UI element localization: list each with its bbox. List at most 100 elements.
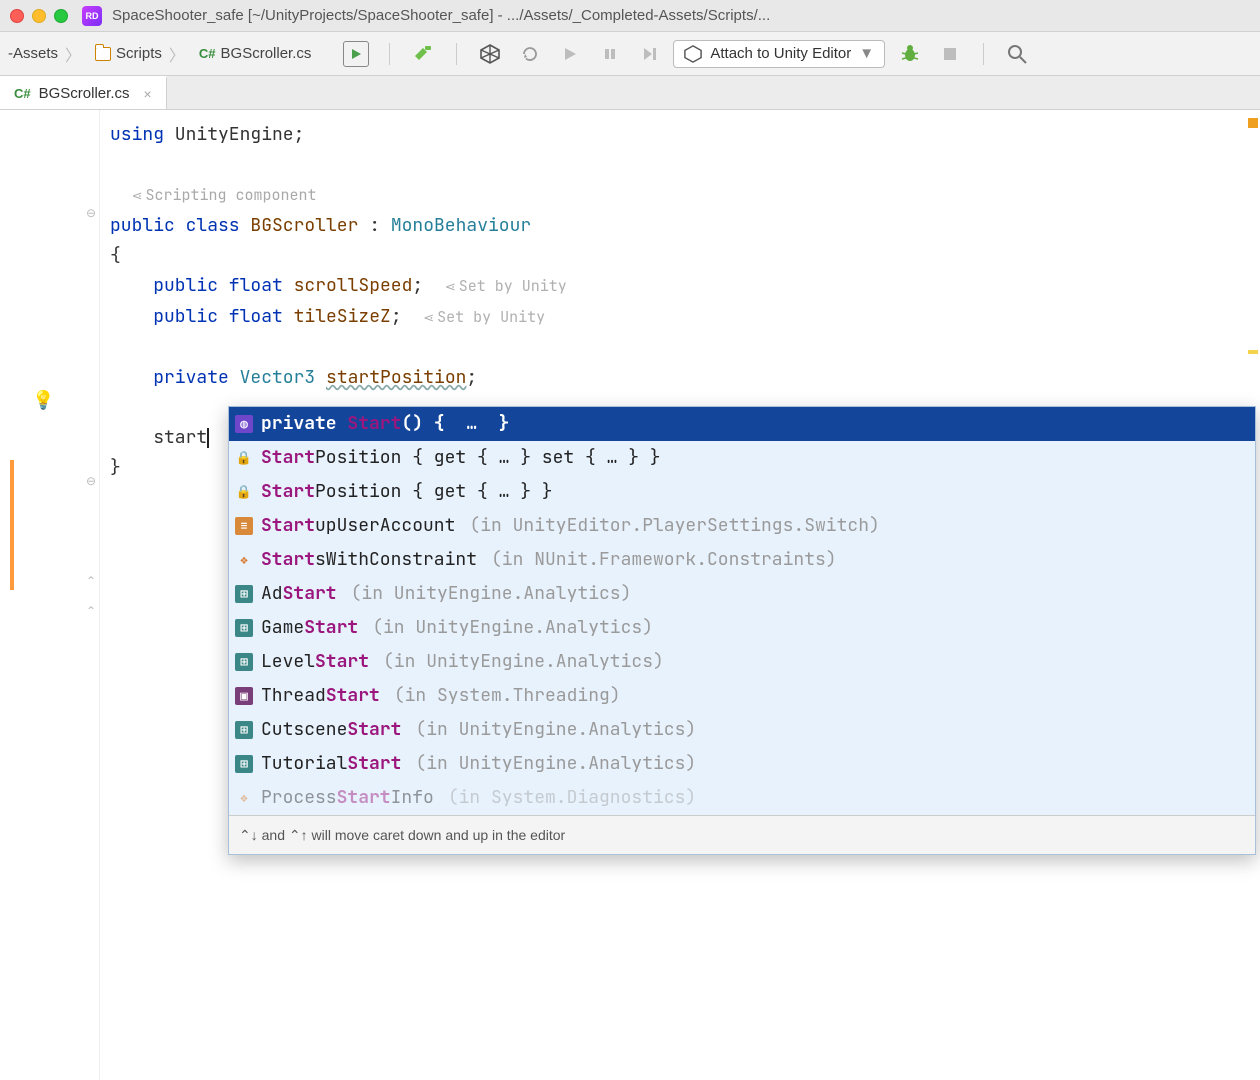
app-icon: RD [82,6,102,26]
lock-icon: 🔒 [235,483,253,501]
tab-label: BGScroller.cs [39,85,130,102]
code-token: tileSizeZ [294,305,391,328]
hammer-build-icon[interactable] [410,41,436,67]
code-token: start [110,426,207,449]
completion-item[interactable]: ❖StartsWithConstraint(in NUnit.Framework… [229,543,1255,577]
breadcrumb-label: BGScroller.cs [221,45,312,62]
completion-label: GameStart [261,614,358,642]
unity-icon[interactable] [477,41,503,67]
code-token: Vector3 [240,366,326,389]
completion-item[interactable]: ▣ ThreadStart (in System.Threading) [229,679,1255,713]
zoom-window-icon[interactable] [54,9,68,23]
cls-icon: ⊞ [235,653,253,671]
completion-label: TutorialStart [261,750,401,778]
completion-item[interactable]: ⊞LevelStart(in UnityEngine.Analytics) [229,645,1255,679]
fold-end-icon[interactable]: ⌃ [86,604,96,618]
completion-label: LevelStart [261,648,369,676]
completion-label: ProcessStartInfo [261,784,434,812]
cls-icon: ⊞ [235,619,253,637]
del-icon: ▣ [235,687,253,705]
completion-location: (in System.Threading) [394,682,621,710]
toolbar-actions [343,41,663,67]
breadcrumb-item[interactable]: C# BGScroller.cs [195,43,315,64]
cube-icon: ◍ [235,415,253,433]
tab-bgscroller[interactable]: C# BGScroller.cs × [0,76,167,109]
run-config-selector[interactable]: Attach to Unity Editor ▼ [673,40,885,68]
code-token: public float [110,305,294,328]
chevron-right-icon: 〉 [169,42,185,66]
tab-strip: C# BGScroller.cs × [0,76,1260,110]
completion-location: (in System.Diagnostics) [448,784,696,812]
completion-item[interactable]: ⊞AdStart(in UnityEngine.Analytics) [229,577,1255,611]
completion-item[interactable]: ⊞TutorialStart(in UnityEngine.Analytics) [229,747,1255,781]
completion-location: (in UnityEngine.Analytics) [351,580,632,608]
search-icon[interactable] [1004,41,1030,67]
completion-item[interactable]: ❖ProcessStartInfo(in System.Diagnostics) [229,781,1255,815]
completion-location: (in UnityEditor.PlayerSettings.Switch) [469,512,879,540]
editor: 💡 ⊖ ⊖ ⌃ ⌃ using UnityEngine; ⋖Scripting … [0,110,1260,1080]
code-area[interactable]: using UnityEngine; ⋖Scripting component … [100,110,1260,1080]
code-token: public class [110,214,250,237]
error-stripe[interactable] [1246,110,1260,1080]
completion-item[interactable]: ⊞GameStart(in UnityEngine.Analytics) [229,611,1255,645]
code-token: scrollSpeed [294,274,413,297]
code-token: ; [466,366,477,389]
completion-item[interactable]: ⊞ CutsceneStart (in UnityEngine.Analytics) [229,713,1255,747]
breadcrumb-item[interactable]: -Assets 〉 [4,40,87,68]
completion-label: ThreadStart [261,682,380,710]
code-token: public float [110,274,294,297]
code-token: UnityEngine [164,123,294,146]
completion-item[interactable]: 🔒 StartPosition { get { … } } [229,475,1255,509]
csharp-file-icon: C# [199,46,216,61]
completion-item[interactable]: 🔒 StartPosition { get { … } set { … } } [229,441,1255,475]
close-window-icon[interactable] [10,9,24,23]
minimize-window-icon[interactable] [32,9,46,23]
run-scratch-button[interactable] [343,41,369,67]
completion-label: StartPosition { get { … } set { … } } [261,444,661,472]
pause-icon[interactable] [597,41,623,67]
divider [456,43,457,65]
refresh-icon[interactable] [517,41,543,67]
unity-hint-icon: ⋖ [423,309,434,326]
error-stripe-mark[interactable] [1248,350,1258,354]
bug-debug-icon[interactable] [897,41,923,67]
code-token: ; [294,123,305,146]
completion-item[interactable]: ◍ private Start() { … } [229,407,1255,441]
completion-popup[interactable]: ◍ private Start() { … } 🔒 StartPosition { g… [228,406,1256,855]
breadcrumb-label: -Assets [8,45,58,62]
completion-label: StartupUserAccount [261,512,455,540]
analysis-status-icon[interactable] [1248,118,1258,128]
change-marker [10,460,14,590]
completion-label: StartPosition { get { … } } [261,478,553,506]
inlay-hint: Set by Unity [459,276,567,296]
completion-hint: ⌃↓ and ⌃↑ will move caret down and up in… [229,815,1255,854]
fold-icon[interactable]: ⊖ [86,474,96,488]
code-token: MonoBehaviour [391,214,531,237]
play-icon[interactable] [557,41,583,67]
step-icon[interactable] [637,41,663,67]
completion-label: private Start() { … } [261,410,509,438]
fold-icon[interactable]: ⊖ [86,206,96,220]
completion-location: (in UnityEngine.Analytics) [415,716,696,744]
gutter[interactable]: 💡 ⊖ ⊖ ⌃ ⌃ [0,110,100,1080]
completion-item[interactable]: ≡ StartupUserAccount (in UnityEditor.Playe… [229,509,1255,543]
chevron-down-icon: ▼ [859,45,874,62]
stop-icon[interactable] [937,41,963,67]
unity-icon [684,45,702,63]
cls-icon: ⊞ [235,721,253,739]
breadcrumb-label: Scripts [116,45,162,62]
folder-icon [95,47,111,61]
completion-label: CutsceneStart [261,716,401,744]
close-icon[interactable]: × [143,86,151,102]
code-token: { [110,244,121,267]
lock-icon: 🔒 [235,449,253,467]
code-token: startPosition [326,366,466,389]
inlay-hint: Scripting component [146,185,317,205]
code-token: BGScroller [250,214,358,237]
run-config-label: Attach to Unity Editor [710,45,851,62]
enum-icon: ≡ [235,517,253,535]
breadcrumb-item[interactable]: Scripts 〉 [91,40,191,68]
code-token: } [110,456,121,479]
fold-end-icon[interactable]: ⌃ [86,574,96,588]
intention-bulb-icon[interactable]: 💡 [32,390,54,411]
